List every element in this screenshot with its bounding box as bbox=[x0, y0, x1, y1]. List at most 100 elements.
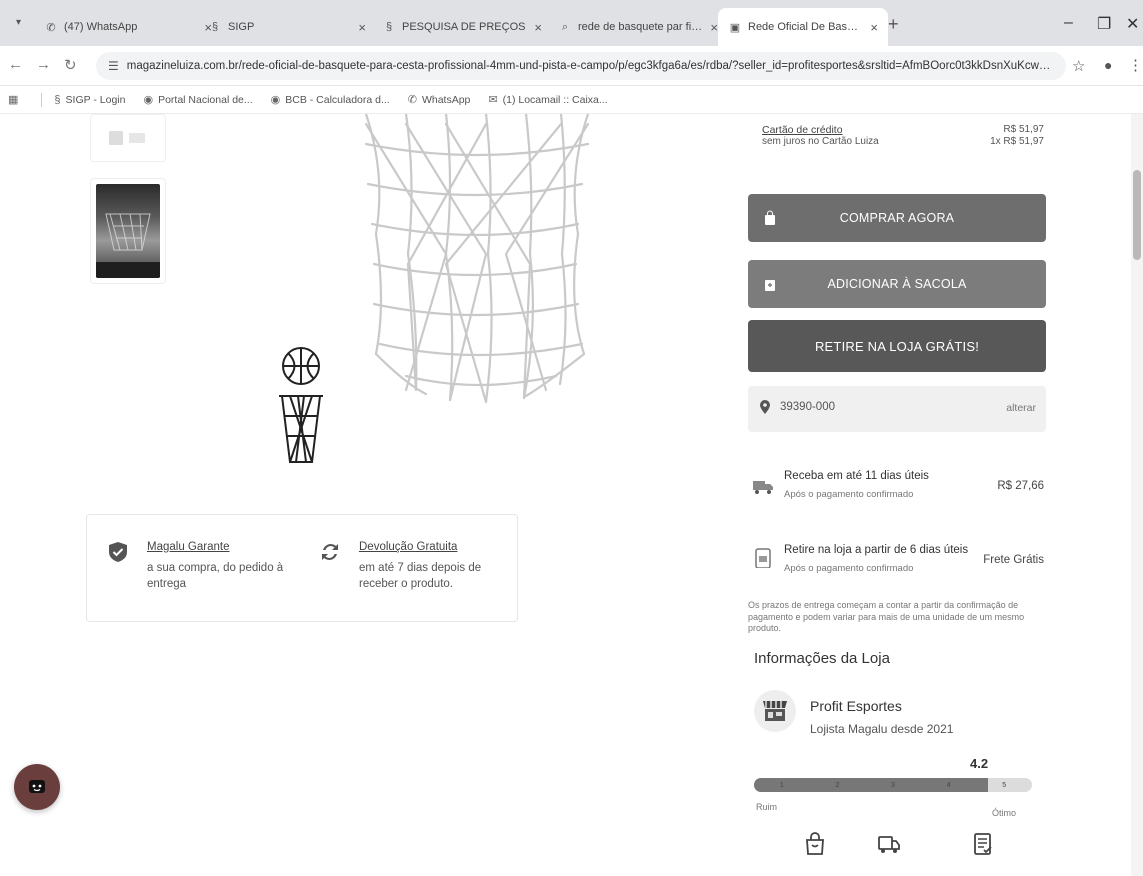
pickup-price: Frete Grátis bbox=[983, 554, 1044, 566]
product-thumbnail-2[interactable] bbox=[90, 178, 166, 284]
product-page: Magalu Garante a sua compra, do pedido à… bbox=[0, 114, 1143, 876]
cep-box: 39390-000 alterar bbox=[748, 386, 1046, 432]
pickup-title: Retire na loja a partir de 6 dias úteis bbox=[784, 544, 969, 556]
whatsapp-icon: ✆ bbox=[46, 21, 56, 34]
bookmark-bcb-calculadora[interactable]: ◉ BCB - Calculadora d... bbox=[270, 93, 390, 107]
bookmark-sigp-login[interactable]: § SIGP - Login bbox=[54, 94, 125, 106]
pickup-option: Retire na loja a partir de 6 dias úteis … bbox=[748, 544, 1046, 584]
devolucao-gratuita-link[interactable]: Devolução Gratuita bbox=[359, 541, 504, 553]
sigp-icon: § bbox=[211, 21, 219, 33]
scrollbar-thumb[interactable] bbox=[1133, 170, 1141, 260]
url-text: magazineluiza.com.br/rede-oficial-de-bas… bbox=[126, 60, 1054, 72]
credit-card-payment: Cartão de crédito sem juros no Cartão Lu… bbox=[762, 124, 1044, 147]
page-scrollbar[interactable] bbox=[1131, 114, 1143, 876]
devolucao-gratuita-desc: em até 7 dias depois de receber o produt… bbox=[359, 562, 482, 590]
reload-icon[interactable]: ↻ bbox=[64, 56, 77, 74]
bookmark-whatsapp[interactable]: ✆ WhatsApp bbox=[407, 93, 471, 107]
tab-pesquisa-precos[interactable]: § PESQUISA DE PREÇOS × bbox=[372, 8, 552, 46]
add-bag-icon bbox=[765, 280, 775, 291]
pickup-store-label: RETIRE NA LOJA GRÁTIS! bbox=[814, 338, 980, 354]
magalu-garante-desc: a sua compra, do pedido à entrega bbox=[147, 562, 284, 590]
chat-assistant-button[interactable] bbox=[14, 764, 60, 810]
tab-google-search[interactable]: ⌕ rede de basquete par fio 4mm × bbox=[548, 8, 728, 46]
product-thumbnail-1[interactable] bbox=[90, 114, 166, 162]
bookmark-label: (1) Locamail :: Caixa... bbox=[502, 93, 608, 106]
delivery-sub: Após o pagamento confirmado bbox=[784, 489, 914, 500]
shopping-bag-icon[interactable] bbox=[804, 832, 826, 856]
magalu-garante: Magalu Garante a sua compra, do pedido à… bbox=[107, 541, 297, 592]
back-icon[interactable]: ← bbox=[8, 56, 23, 73]
rating-tick: 2 bbox=[835, 781, 840, 789]
apps-grid-icon[interactable]: ▦ bbox=[8, 93, 23, 106]
bookmark-portal-nacional[interactable]: ◉ Portal Nacional de... bbox=[143, 93, 252, 107]
sigp-icon: § bbox=[385, 21, 393, 33]
store-logo[interactable] bbox=[754, 690, 796, 732]
product-main-image[interactable] bbox=[346, 114, 608, 404]
rating-tick: 5 bbox=[1002, 781, 1007, 789]
bookmark-star-icon[interactable]: ☆ bbox=[1072, 57, 1085, 75]
chat-bot-icon bbox=[29, 780, 45, 793]
tab-search-chevron-icon[interactable]: ▾ bbox=[16, 17, 21, 28]
document-icon[interactable] bbox=[972, 832, 994, 856]
tab-title: (47) WhatsApp bbox=[64, 21, 138, 33]
storefront-icon bbox=[763, 701, 787, 721]
delivery-option: Receba em até 11 dias úteis Após o pagam… bbox=[748, 470, 1046, 510]
shield-check-icon bbox=[109, 542, 127, 562]
profile-icon[interactable]: ● bbox=[1104, 57, 1112, 73]
close-icon[interactable]: × bbox=[870, 20, 878, 35]
url-field[interactable]: ☰ magazineluiza.com.br/rede-oficial-de-b… bbox=[96, 52, 1066, 80]
guarantee-box: Magalu Garante a sua compra, do pedido à… bbox=[86, 514, 518, 622]
rating-scale-low: Ruim bbox=[756, 802, 778, 812]
delivery-price: R$ 27,66 bbox=[997, 480, 1044, 492]
change-cep-link[interactable]: alterar bbox=[1006, 402, 1036, 414]
magalu-garante-link[interactable]: Magalu Garante bbox=[147, 541, 297, 553]
bag-icon bbox=[765, 210, 775, 225]
buy-now-button[interactable]: COMPRAR AGORA bbox=[748, 194, 1046, 242]
thumbnail-image bbox=[109, 131, 145, 145]
rating-tick: 3 bbox=[891, 781, 895, 789]
credit-card-values: R$ 51,97 1x R$ 51,97 bbox=[990, 124, 1044, 148]
magalu-icon: ▣ bbox=[729, 21, 741, 34]
tab-sigp[interactable]: § SIGP × bbox=[198, 8, 376, 46]
tab-magalu-product[interactable]: ▣ Rede Oficial De Basquete Para C × bbox=[718, 8, 888, 46]
close-icon[interactable]: × bbox=[534, 20, 542, 35]
tab-title: rede de basquete par fio 4mm bbox=[578, 21, 702, 33]
new-tab-icon[interactable]: + bbox=[888, 14, 899, 35]
search-icon: ⌕ bbox=[561, 20, 569, 33]
add-to-bag-label: ADICIONAR À SACOLA bbox=[827, 277, 967, 291]
bookmarks-bar: ▦ § SIGP - Login ◉ Portal Nacional de... ◉… bbox=[0, 86, 1143, 114]
store-name[interactable]: Profit Esportes bbox=[810, 698, 902, 714]
pickup-sub: Após o pagamento confirmado bbox=[784, 563, 914, 574]
restore-icon[interactable]: ❐ bbox=[1097, 14, 1111, 34]
delivery-title: Receba em até 11 dias úteis bbox=[784, 470, 929, 482]
chrome-menu-icon[interactable]: ⋮ bbox=[1128, 56, 1143, 74]
bookmark-label: WhatsApp bbox=[421, 93, 471, 106]
credit-installment: 1x R$ 51,97 bbox=[990, 136, 1044, 147]
add-to-bag-button[interactable]: ADICIONAR À SACOLA bbox=[748, 260, 1046, 308]
basketball-hoop-icon bbox=[279, 347, 323, 463]
truck-icon bbox=[753, 481, 773, 494]
divider bbox=[41, 92, 43, 107]
minimize-icon[interactable]: – bbox=[1064, 14, 1073, 32]
rating-tick: 4 bbox=[946, 781, 951, 789]
rating-tick: 1 bbox=[779, 781, 784, 789]
whatsapp-icon: ✆ bbox=[407, 94, 417, 106]
sigp-icon: § bbox=[54, 93, 61, 106]
bookmark-label: BCB - Calculadora d... bbox=[285, 93, 390, 106]
bookmark-locamail[interactable]: ✉ (1) Locamail :: Caixa... bbox=[488, 93, 608, 107]
site-settings-icon[interactable]: ☰ bbox=[108, 59, 119, 73]
delivery-chat-icon[interactable] bbox=[878, 832, 900, 856]
window-close-icon[interactable]: ✕ bbox=[1126, 14, 1139, 34]
globe-icon: ◉ bbox=[143, 94, 154, 106]
cep-value: 39390-000 bbox=[780, 401, 835, 413]
forward-icon[interactable]: → bbox=[36, 56, 51, 73]
tab-whatsapp[interactable]: ✆ (47) WhatsApp × bbox=[34, 8, 222, 46]
pickup-store-button[interactable]: RETIRE NA LOJA GRÁTIS! bbox=[748, 320, 1046, 372]
store-since: Lojista Magalu desde 2021 bbox=[810, 722, 954, 736]
delivery-notice: Os prazos de entrega começam a contar a … bbox=[748, 600, 1025, 634]
close-icon[interactable]: × bbox=[710, 20, 718, 35]
close-icon[interactable]: × bbox=[358, 20, 366, 35]
globe-icon: ◉ bbox=[270, 94, 281, 106]
devolucao-gratuita: Devolução Gratuita em até 7 dias depois … bbox=[319, 541, 504, 592]
tab-title: SIGP bbox=[228, 21, 255, 33]
